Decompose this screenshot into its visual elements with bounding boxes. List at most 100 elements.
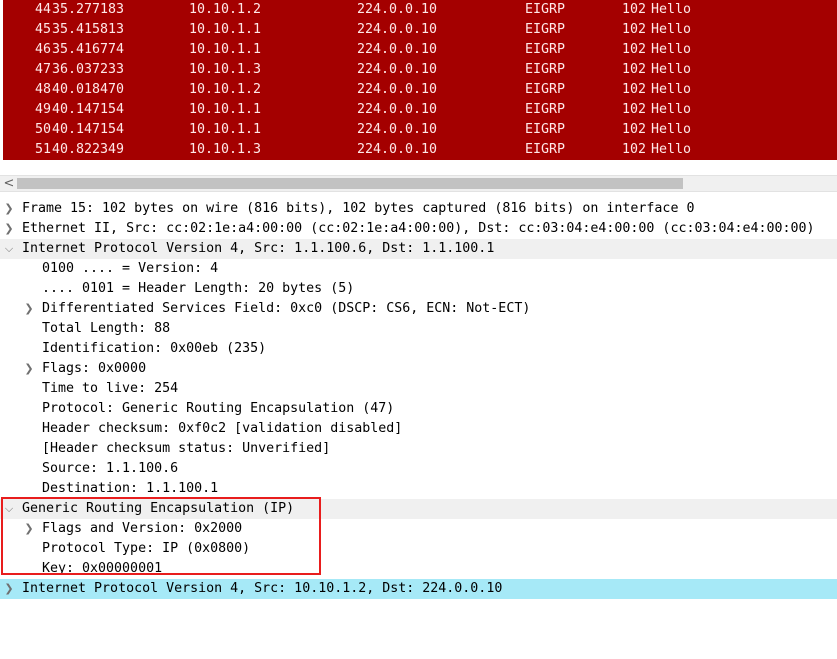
scroll-left-arrow-icon[interactable]: < [2, 176, 16, 191]
packet-number: 49 [34, 102, 51, 117]
tree-field-label: Flags and Version: 0x2000 [42, 521, 243, 536]
tree-item-ipv4-outer[interactable]: ⌵ Internet Protocol Version 4, Src: 1.1.… [0, 239, 837, 259]
packet-source: 10.10.1.1 [189, 102, 262, 117]
chevron-right-icon[interactable]: ❯ [3, 219, 15, 239]
packet-length: 102 [622, 22, 647, 37]
tree-field-header-length[interactable]: .... 0101 = Header Length: 20 bytes (5) [0, 279, 837, 299]
packet-info: Hello [651, 62, 692, 77]
chevron-right-icon[interactable]: ❯ [3, 579, 15, 599]
packet-row[interactable]: 44 35.277183 10.10.1.2 224.0.0.10 EIGRP … [3, 0, 837, 20]
tree-field-label: .... 0101 = Header Length: 20 bytes (5) [42, 281, 355, 296]
tree-field-label: Total Length: 88 [42, 321, 171, 336]
tree-field-label: Protocol: Generic Routing Encapsulation … [42, 401, 395, 416]
packet-destination: 224.0.0.10 [357, 142, 438, 157]
tree-field-label: Header checksum: 0xf0c2 [validation disa… [42, 421, 403, 436]
horizontal-scrollbar[interactable]: < [0, 175, 837, 192]
packet-row[interactable]: 46 35.416774 10.10.1.1 224.0.0.10 EIGRP … [3, 40, 837, 60]
tree-item-label: Frame 15: 102 bytes on wire (816 bits), … [22, 201, 695, 216]
tree-field-source[interactable]: Source: 1.1.100.6 [0, 459, 837, 479]
tree-field-label: Source: 1.1.100.6 [42, 461, 179, 476]
tree-field-checksum-status[interactable]: [Header checksum status: Unverified] [0, 439, 837, 459]
tree-field-ttl[interactable]: Time to live: 254 [0, 379, 837, 399]
tree-field-label: Differentiated Services Field: 0xc0 (DSC… [42, 301, 531, 316]
tree-item-dsfield[interactable]: ❯ Differentiated Services Field: 0xc0 (D… [0, 299, 837, 319]
packet-source: 10.10.1.3 [189, 142, 262, 157]
packet-info: Hello [651, 42, 692, 57]
packet-number: 47 [34, 62, 51, 77]
packet-row[interactable]: 49 40.147154 10.10.1.1 224.0.0.10 EIGRP … [3, 100, 837, 120]
packet-destination: 224.0.0.10 [357, 2, 438, 17]
packet-number: 44 [34, 2, 51, 17]
tree-field-protocol[interactable]: Protocol: Generic Routing Encapsulation … [0, 399, 837, 419]
packet-number: 50 [34, 122, 51, 137]
packet-row[interactable]: 48 40.018470 10.10.1.2 224.0.0.10 EIGRP … [3, 80, 837, 100]
packet-length: 102 [622, 122, 647, 137]
packet-source: 10.10.1.1 [189, 122, 262, 137]
packet-protocol: EIGRP [525, 2, 566, 17]
packet-source: 10.10.1.2 [189, 2, 262, 17]
tree-field-gre-key[interactable]: Key: 0x00000001 [0, 559, 837, 579]
packet-destination: 224.0.0.10 [357, 42, 438, 57]
packet-info: Hello [651, 22, 692, 37]
packet-protocol: EIGRP [525, 42, 566, 57]
tree-field-version[interactable]: 0100 .... = Version: 4 [0, 259, 837, 279]
packet-source: 10.10.1.3 [189, 62, 262, 77]
packet-protocol: EIGRP [525, 142, 566, 157]
packet-time: 36.037233 [52, 62, 125, 77]
packet-length: 102 [622, 2, 647, 17]
packet-protocol: EIGRP [525, 122, 566, 137]
packet-row[interactable]: 47 36.037233 10.10.1.3 224.0.0.10 EIGRP … [3, 60, 837, 80]
packet-info: Hello [651, 142, 692, 157]
packet-time: 40.147154 [52, 122, 125, 137]
packet-number: 51 [34, 142, 51, 157]
packet-destination: 224.0.0.10 [357, 62, 438, 77]
chevron-down-icon[interactable]: ⌵ [3, 239, 15, 259]
packet-time: 35.277183 [52, 2, 125, 17]
packet-length: 102 [622, 102, 647, 117]
packet-source: 10.10.1.1 [189, 22, 262, 37]
packet-protocol: EIGRP [525, 102, 566, 117]
tree-item-label: Generic Routing Encapsulation (IP) [22, 501, 295, 516]
packet-list: 44 35.277183 10.10.1.2 224.0.0.10 EIGRP … [0, 0, 837, 160]
packet-time: 40.147154 [52, 102, 125, 117]
packet-time: 35.416774 [52, 42, 125, 57]
tree-field-gre-protocol-type[interactable]: Protocol Type: IP (0x0800) [0, 539, 837, 559]
chevron-right-icon[interactable]: ❯ [23, 519, 35, 539]
packet-time: 35.415813 [52, 22, 125, 37]
scrollbar-thumb[interactable] [17, 178, 683, 189]
tree-field-checksum[interactable]: Header checksum: 0xf0c2 [validation disa… [0, 419, 837, 439]
packet-time: 40.018470 [52, 82, 125, 97]
packet-protocol: EIGRP [525, 22, 566, 37]
packet-length: 102 [622, 82, 647, 97]
tree-field-total-length[interactable]: Total Length: 88 [0, 319, 837, 339]
packet-row[interactable]: 51 40.822349 10.10.1.3 224.0.0.10 EIGRP … [3, 140, 837, 160]
chevron-right-icon[interactable]: ❯ [23, 299, 35, 319]
tree-item-gre[interactable]: ⌵ Generic Routing Encapsulation (IP) [0, 499, 837, 519]
tree-field-label: [Header checksum status: Unverified] [42, 441, 331, 456]
tree-item-label: Ethernet II, Src: cc:02:1e:a4:00:00 (cc:… [22, 221, 815, 236]
tree-item-flags[interactable]: ❯ Flags: 0x0000 [0, 359, 837, 379]
tree-field-identification[interactable]: Identification: 0x00eb (235) [0, 339, 837, 359]
tree-field-label: Destination: 1.1.100.1 [42, 481, 219, 496]
packet-source: 10.10.1.2 [189, 82, 262, 97]
tree-item-ipv4-inner[interactable]: ❯ Internet Protocol Version 4, Src: 10.1… [0, 579, 837, 599]
chevron-down-icon[interactable]: ⌵ [3, 499, 15, 519]
tree-item-ethernet[interactable]: ❯ Ethernet II, Src: cc:02:1e:a4:00:00 (c… [0, 219, 837, 239]
tree-field-destination[interactable]: Destination: 1.1.100.1 [0, 479, 837, 499]
packet-length: 102 [622, 62, 647, 77]
chevron-right-icon[interactable]: ❯ [23, 359, 35, 379]
packet-row[interactable]: 50 40.147154 10.10.1.1 224.0.0.10 EIGRP … [3, 120, 837, 140]
tree-item-label: Internet Protocol Version 4, Src: 1.1.10… [22, 241, 495, 256]
packet-info: Hello [651, 82, 692, 97]
packet-destination: 224.0.0.10 [357, 122, 438, 137]
tree-item-gre-flags[interactable]: ❯ Flags and Version: 0x2000 [0, 519, 837, 539]
tree-field-label: 0100 .... = Version: 4 [42, 261, 219, 276]
packet-info: Hello [651, 2, 692, 17]
tree-item-frame[interactable]: ❯ Frame 15: 102 bytes on wire (816 bits)… [0, 199, 837, 219]
packet-destination: 224.0.0.10 [357, 82, 438, 97]
packet-destination: 224.0.0.10 [357, 102, 438, 117]
packet-row[interactable]: 45 35.415813 10.10.1.1 224.0.0.10 EIGRP … [3, 20, 837, 40]
chevron-right-icon[interactable]: ❯ [3, 199, 15, 219]
tree-field-label: Time to live: 254 [42, 381, 179, 396]
packet-time: 40.822349 [52, 142, 125, 157]
